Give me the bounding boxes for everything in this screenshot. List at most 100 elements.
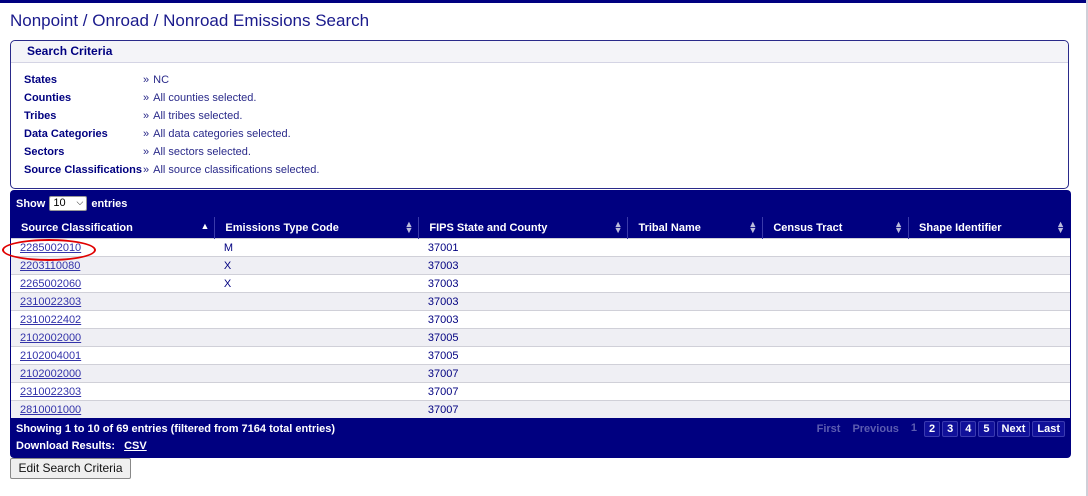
table-cell: 37001 bbox=[418, 238, 628, 257]
pager-page-1[interactable]: 1 bbox=[906, 421, 922, 437]
source-classification-link[interactable]: 2285002010 bbox=[20, 242, 81, 254]
table-header-row: Source Classification ▲ Emissions Type Cod… bbox=[11, 217, 1070, 239]
criteria-label: Sectors bbox=[24, 146, 65, 158]
source-classification-link[interactable]: 2102004001 bbox=[20, 350, 81, 362]
double-arrow-icon: » bbox=[143, 74, 150, 86]
table-cell bbox=[908, 346, 1070, 365]
source-classification-link[interactable]: 2265002060 bbox=[20, 278, 81, 290]
table-row: 2102004001 37005 bbox=[11, 346, 1070, 365]
table-row: 2310022303 37003 bbox=[11, 292, 1070, 311]
source-classification-link[interactable]: 2310022402 bbox=[20, 314, 81, 326]
sort-ascending-icon: ▲ bbox=[200, 221, 210, 231]
pager-first[interactable]: First bbox=[812, 422, 846, 436]
download-csv-link[interactable]: CSV bbox=[124, 440, 147, 452]
edit-search-criteria-button[interactable]: Edit Search Criteria bbox=[10, 458, 131, 479]
table-cell bbox=[908, 364, 1070, 383]
search-criteria-panel: Search Criteria States» NC Counties» All co… bbox=[10, 40, 1069, 189]
table-cell bbox=[762, 382, 909, 401]
column-header[interactable]: Source Classification ▲ bbox=[11, 217, 216, 239]
sort-both-icon: ▲ ▼ bbox=[748, 219, 758, 235]
source-classification-link[interactable]: 2310022303 bbox=[20, 296, 81, 308]
table-cell bbox=[762, 346, 909, 365]
table-row: 2102002000 37005 bbox=[11, 328, 1070, 347]
table-row: 2310022303 37007 bbox=[11, 382, 1070, 401]
pager-page-5[interactable]: 5 bbox=[978, 421, 995, 437]
column-header[interactable]: Tribal Name ▲ ▼ bbox=[627, 217, 764, 239]
table-cell bbox=[762, 400, 909, 418]
table-cell bbox=[908, 328, 1070, 347]
table-cell: X bbox=[214, 256, 419, 275]
criteria-value: » All data categories selected. bbox=[143, 128, 291, 140]
column-header-label: FIPS State and County bbox=[429, 221, 548, 234]
double-arrow-icon: » bbox=[143, 146, 150, 158]
entries-label: entries bbox=[91, 197, 128, 210]
column-header[interactable]: Emissions Type Code ▲ ▼ bbox=[214, 217, 420, 239]
table-cell bbox=[762, 364, 909, 383]
criteria-value-text: All sectors selected. bbox=[153, 146, 251, 158]
table-cell: 2102002000 bbox=[11, 364, 215, 383]
table-cell: 2203110080 bbox=[11, 256, 215, 275]
sort-both-icon: ▲ ▼ bbox=[894, 219, 904, 235]
table-cell: 37005 bbox=[418, 328, 628, 347]
table-cell: X bbox=[214, 274, 419, 293]
column-header-label: Shape Identifier bbox=[919, 221, 1002, 234]
download-results: Download Results: CSV bbox=[16, 440, 147, 452]
column-header[interactable]: Shape Identifier ▲ ▼ bbox=[908, 217, 1070, 239]
table-cell: 2310022303 bbox=[11, 382, 215, 401]
table-cell: 2285002010 bbox=[11, 238, 215, 257]
table-cell bbox=[908, 274, 1070, 293]
page-length-value: 10 bbox=[53, 197, 66, 209]
sort-both-icon: ▲ ▼ bbox=[404, 219, 414, 235]
column-header-label: Emissions Type Code bbox=[225, 221, 339, 234]
source-classification-link[interactable]: 2810001000 bbox=[20, 404, 81, 416]
table-row: 2102002000 37007 bbox=[11, 364, 1070, 383]
criteria-label: Tribes bbox=[24, 110, 57, 122]
table-cell bbox=[908, 238, 1070, 257]
criteria-value: » All tribes selected. bbox=[143, 110, 242, 122]
criteria-row: Data Categories » All data categories sele… bbox=[24, 126, 291, 142]
table-cell bbox=[762, 238, 909, 257]
table-cell bbox=[214, 382, 419, 401]
pager-page-4[interactable]: 4 bbox=[960, 421, 977, 437]
pager-previous[interactable]: Previous bbox=[847, 422, 903, 436]
pager-last[interactable]: Last bbox=[1032, 421, 1065, 437]
table-cell bbox=[627, 382, 763, 401]
criteria-row: States » NC bbox=[24, 72, 169, 88]
table-row: 2265002060 X 37003 bbox=[11, 274, 1070, 293]
page-length-select[interactable]: 10 ⌵ bbox=[49, 196, 88, 211]
criteria-value: » All source classifications selected. bbox=[143, 164, 319, 176]
column-header-label: Tribal Name bbox=[638, 221, 701, 234]
table-cell bbox=[762, 256, 909, 275]
table-row: 2285002010 M 37001 bbox=[11, 238, 1070, 257]
pager-page-3[interactable]: 3 bbox=[942, 421, 959, 437]
criteria-value: » NC bbox=[143, 74, 169, 86]
source-classification-link[interactable]: 2310022303 bbox=[20, 386, 81, 398]
criteria-value: » All counties selected. bbox=[143, 92, 256, 104]
column-header[interactable]: Census Tract ▲ ▼ bbox=[762, 217, 910, 239]
sort-both-icon: ▲ ▼ bbox=[613, 219, 623, 235]
criteria-value-text: NC bbox=[153, 74, 170, 86]
page-title: Nonpoint / Onroad / Nonroad Emissions Se… bbox=[10, 11, 370, 30]
source-classification-link[interactable]: 2102002000 bbox=[20, 368, 81, 380]
table-cell: 2102002000 bbox=[11, 328, 215, 347]
table-cell bbox=[627, 238, 763, 257]
source-classification-link[interactable]: 2102002000 bbox=[20, 332, 81, 344]
table-cell: M bbox=[214, 238, 419, 257]
table-row: 2310022402 37003 bbox=[11, 310, 1070, 329]
criteria-value-text: All tribes selected. bbox=[153, 110, 243, 122]
criteria-value-text: All source classifications selected. bbox=[153, 164, 320, 176]
column-header-label: Census Tract bbox=[773, 221, 843, 234]
table-cell bbox=[762, 310, 909, 329]
column-header-label: Source Classification bbox=[21, 221, 133, 234]
column-header[interactable]: FIPS State and County ▲ ▼ bbox=[418, 217, 629, 239]
table-cell bbox=[762, 292, 909, 311]
table-info: Showing 1 to 10 of 69 entries (filtered … bbox=[16, 423, 336, 435]
table-cell bbox=[214, 328, 419, 347]
source-classification-link[interactable]: 2203110080 bbox=[20, 260, 80, 272]
table-cell: 2265002060 bbox=[11, 274, 215, 293]
table-cell: 2310022402 bbox=[11, 310, 215, 329]
pager-next[interactable]: Next bbox=[996, 421, 1031, 437]
pager-page-2[interactable]: 2 bbox=[924, 421, 941, 437]
pagination: First Previous 12345 Next Last bbox=[812, 421, 1065, 437]
double-arrow-icon: » bbox=[143, 110, 150, 122]
